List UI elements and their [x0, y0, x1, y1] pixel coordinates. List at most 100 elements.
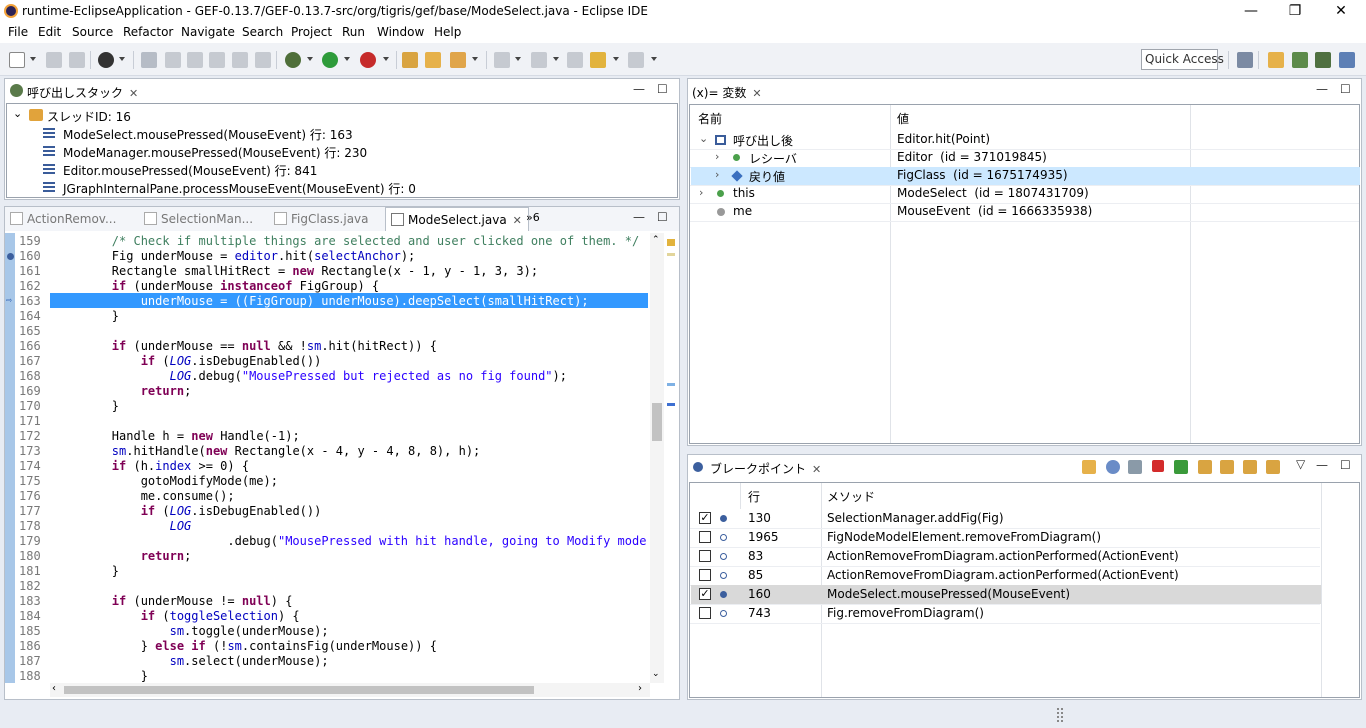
close-icon[interactable]: ✕	[513, 214, 522, 227]
line-number[interactable]: 162	[19, 279, 49, 293]
debug-icon[interactable]	[285, 52, 301, 68]
menu-project[interactable]: Project	[291, 25, 332, 39]
minimize-icon[interactable]: —	[633, 82, 645, 96]
step-into-icon[interactable]	[1198, 460, 1212, 474]
tab-actionremove[interactable]: ActionRemov...	[5, 207, 122, 231]
code-line[interactable]: 177 if (LOG.isDebugEnabled())	[5, 504, 651, 519]
save-icon[interactable]	[46, 52, 62, 68]
line-number[interactable]: 172	[19, 429, 49, 443]
code-line[interactable]: 161 Rectangle smallHitRect = new Rectang…	[5, 264, 651, 279]
chevron-left-icon[interactable]: ‹	[52, 683, 56, 694]
code-line[interactable]: 172 Handle h = new Handle(-1);	[5, 429, 651, 444]
open-type-icon[interactable]	[402, 52, 418, 68]
breakpoint-checkbox[interactable]	[699, 531, 711, 543]
breakpoint-checkbox[interactable]	[699, 569, 711, 581]
chevron-right-icon[interactable]: ›	[715, 150, 719, 163]
code-line[interactable]: 174 if (h.index >= 0) {	[5, 459, 651, 474]
external-tools-icon[interactable]	[360, 52, 376, 68]
chevron-right-icon[interactable]: ›	[715, 168, 719, 181]
status-grip[interactable]	[1057, 708, 1063, 722]
last-edit-icon[interactable]	[567, 52, 583, 68]
code-line[interactable]: 182	[5, 579, 651, 594]
code-line[interactable]: 168 LOG.debug("MousePressed but rejected…	[5, 369, 651, 384]
code-line[interactable]: 167 if (LOG.isDebugEnabled())	[5, 354, 651, 369]
line-number[interactable]: 173	[19, 444, 49, 458]
menu-search[interactable]: Search	[242, 25, 283, 39]
variable-row[interactable]: › レシーバ Editor (id = 371019845)	[691, 149, 1360, 167]
breakpoint-checkbox[interactable]: ✓	[699, 512, 711, 524]
run-icon[interactable]	[322, 52, 338, 68]
line-number[interactable]: 176	[19, 489, 49, 503]
breakpoint-row[interactable]: 743 Fig.removeFromDiagram()	[691, 604, 1321, 623]
prev-annotation-icon[interactable]	[531, 52, 547, 68]
line-number[interactable]: 174	[19, 459, 49, 473]
back-icon[interactable]	[590, 52, 606, 68]
line-number[interactable]: 161	[19, 264, 49, 278]
close-button[interactable]: ✕	[1318, 0, 1364, 23]
chevron-down-icon[interactable]	[613, 57, 619, 61]
breakpoint-checkbox[interactable]: ✓	[699, 588, 711, 600]
chevron-down-icon[interactable]	[383, 57, 389, 61]
chevron-down-icon[interactable]: ⌄	[652, 669, 660, 679]
code-line[interactable]: 159 /* Check if multiple things are sele…	[5, 234, 651, 249]
variable-row[interactable]: › this ModeSelect (id = 1807431709)	[691, 185, 1360, 203]
chevron-down-icon[interactable]	[515, 57, 521, 61]
drop-to-frame-icon[interactable]	[1266, 460, 1280, 474]
close-icon[interactable]: ✕	[752, 87, 761, 100]
step-over-icon[interactable]	[1220, 460, 1234, 474]
menu-help[interactable]: Help	[434, 25, 461, 39]
chevron-down-icon[interactable]	[651, 57, 657, 61]
breakpoint-marker-icon[interactable]	[7, 253, 14, 260]
minimize-icon[interactable]: —	[633, 210, 645, 224]
maximize-icon[interactable]: ☐	[1340, 458, 1351, 472]
pilcrow-icon[interactable]	[255, 52, 271, 68]
document-icon[interactable]	[232, 52, 248, 68]
menu-navigate[interactable]: Navigate	[181, 25, 235, 39]
line-number[interactable]: 187	[19, 654, 49, 668]
quick-access-input[interactable]: Quick Access	[1141, 49, 1224, 70]
java-perspective-icon[interactable]	[1292, 52, 1308, 68]
code-line[interactable]: 170 }	[5, 399, 651, 414]
forward-icon[interactable]	[628, 52, 644, 68]
tab-variables[interactable]: (x)= 変数 ✕	[688, 79, 768, 103]
code-line[interactable]: 188 }	[5, 669, 651, 684]
tab-callstack[interactable]: 呼び出しスタック ✕	[5, 79, 144, 103]
tab-overflow[interactable]: »6	[526, 211, 540, 224]
hscroll-thumb[interactable]	[64, 686, 534, 694]
code-line[interactable]: 186 } else if (!sm.containsFig(underMous…	[5, 639, 651, 654]
close-icon[interactable]: ✕	[812, 463, 821, 476]
chevron-down-icon[interactable]	[344, 57, 350, 61]
breakpoint-row[interactable]: ✓ 130 SelectionManager.addFig(Fig)	[691, 509, 1321, 528]
line-number[interactable]: 186	[19, 639, 49, 653]
code-line[interactable]: 162 if (underMouse instanceof FigGroup) …	[5, 279, 651, 294]
menu-refactor[interactable]: Refactor	[123, 25, 173, 39]
open-folder-icon[interactable]	[425, 52, 441, 68]
line-number[interactable]: 166	[19, 339, 49, 353]
column-header-method[interactable]: メソッド	[827, 488, 875, 506]
menu-file[interactable]: File	[8, 25, 28, 39]
code-line[interactable]: 187 sm.select(underMouse);	[5, 654, 651, 669]
menu-window[interactable]: Window	[377, 25, 424, 39]
resume-icon[interactable]	[1174, 460, 1188, 474]
column-header-line[interactable]: 行	[748, 488, 760, 506]
code-line[interactable]: 179 .debug("MousePressed with hit handle…	[5, 534, 651, 549]
horizontal-scrollbar[interactable]: ‹ ›	[50, 683, 650, 697]
code-line[interactable]: 171	[5, 414, 651, 429]
code-line[interactable]: 160 Fig underMouse = editor.hit(selectAn…	[5, 249, 651, 264]
code-line[interactable]: 180 return;	[5, 549, 651, 564]
line-number[interactable]: 160	[19, 249, 49, 263]
breakpoint-row[interactable]: 1965 FigNodeModelElement.removeFromDiagra…	[691, 528, 1321, 547]
ruler-marker[interactable]	[667, 383, 675, 386]
view-menu-icon[interactable]: ▽	[1296, 457, 1305, 471]
code-line[interactable]: 185 sm.toggle(underMouse);	[5, 624, 651, 639]
line-number[interactable]: 184	[19, 609, 49, 623]
breakpoint-row[interactable]: 83 ActionRemoveFromDiagram.actionPerforme…	[691, 547, 1321, 566]
line-number[interactable]: 185	[19, 624, 49, 638]
new-icon[interactable]	[9, 52, 25, 68]
code-line[interactable]: 165	[5, 324, 651, 339]
chevron-down-icon[interactable]	[30, 57, 36, 61]
code-line[interactable]: 173 sm.hitHandle(new Rectangle(x - 4, y …	[5, 444, 651, 459]
line-number[interactable]: 175	[19, 474, 49, 488]
menu-source[interactable]: Source	[72, 25, 113, 39]
line-number[interactable]: 179	[19, 534, 49, 548]
